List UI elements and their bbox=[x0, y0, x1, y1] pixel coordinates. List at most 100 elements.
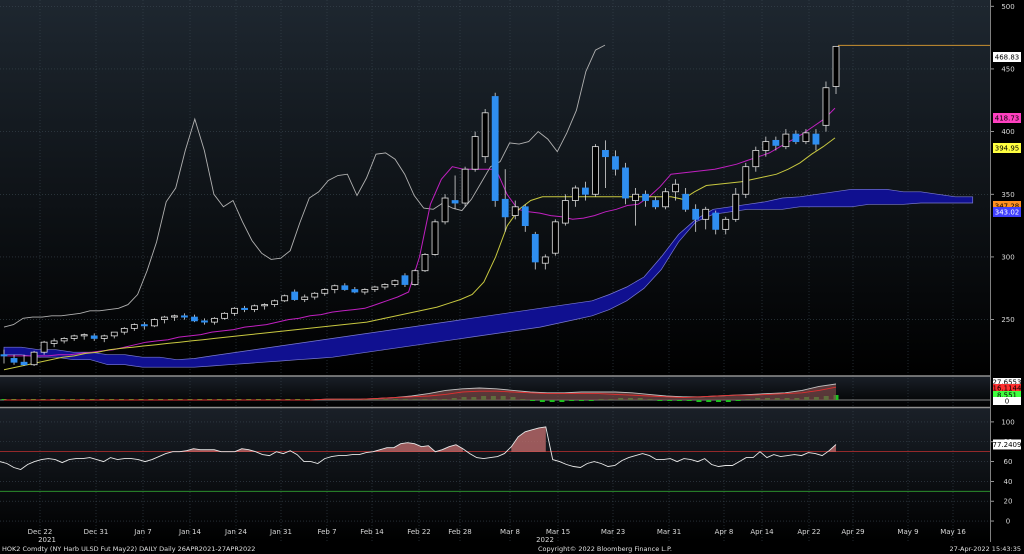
price-tag-text: 468.83 bbox=[995, 54, 1020, 62]
y-tick-label: 300 bbox=[1001, 253, 1014, 261]
macd-histogram-bar bbox=[696, 400, 702, 402]
rsi-tick-label: 100 bbox=[1001, 418, 1014, 426]
x-tick-label: Apr 22 bbox=[797, 528, 820, 536]
candle-body-up bbox=[632, 193, 639, 201]
y-tick-label: 350 bbox=[1001, 191, 1014, 199]
x-tick-label: May 16 bbox=[940, 528, 966, 536]
candle-body-up bbox=[481, 112, 489, 158]
macd-histogram-bar bbox=[667, 400, 673, 401]
x-tick-label: May 9 bbox=[897, 528, 918, 536]
candle bbox=[150, 318, 158, 328]
candle-body-up bbox=[732, 193, 740, 220]
candle-body-up bbox=[662, 191, 669, 208]
candle-body-up bbox=[421, 254, 429, 272]
macd-histogram-bar bbox=[676, 400, 682, 401]
price-tag-text: 394.95 bbox=[995, 145, 1020, 153]
macd-histogram-bar bbox=[706, 400, 712, 402]
candle-body-down bbox=[652, 200, 659, 208]
candle-body-up bbox=[171, 315, 178, 318]
y-tick-label: 400 bbox=[1001, 128, 1014, 136]
candle-body-up bbox=[321, 289, 329, 294]
x-tick-label: Apr 8 bbox=[715, 528, 734, 536]
candle-body-down bbox=[602, 149, 609, 158]
candle bbox=[221, 312, 228, 320]
candle-body-up bbox=[150, 319, 158, 327]
candle-body-down bbox=[491, 96, 499, 201]
macd-histogram-bar bbox=[686, 400, 692, 401]
candle-body-up bbox=[311, 292, 319, 298]
x-tick-label: Dec 22 bbox=[28, 528, 53, 536]
candle-body-up bbox=[722, 218, 730, 230]
candle-body-up bbox=[702, 208, 710, 220]
price-tag: 468.83 bbox=[993, 52, 1021, 62]
candle-body-down bbox=[140, 324, 148, 327]
y-tick-label: 450 bbox=[1001, 65, 1014, 73]
candle-body-up bbox=[80, 334, 88, 337]
rsi-tick-label: 60 bbox=[1004, 458, 1013, 466]
x-year-label: 2021 bbox=[38, 536, 56, 544]
x-tick-label: Mar 31 bbox=[657, 528, 681, 536]
candle-body-up bbox=[802, 132, 810, 143]
candle-body-down bbox=[501, 198, 509, 218]
candle-body-up bbox=[441, 197, 449, 223]
candle-body-up bbox=[571, 187, 579, 201]
x-tick-label: Dec 31 bbox=[84, 528, 109, 536]
candle-body-down bbox=[181, 315, 188, 318]
candle-body-up bbox=[261, 304, 269, 307]
candle-body-up bbox=[592, 146, 599, 195]
candle-body-up bbox=[281, 295, 289, 302]
footer-right: 27-Apr-2022 15:43:35 bbox=[950, 545, 1021, 553]
x-year-label: 2022 bbox=[536, 536, 554, 544]
x-tick-label: Feb 14 bbox=[360, 528, 384, 536]
candle-body-down bbox=[792, 133, 800, 143]
x-tick-label: Feb 28 bbox=[448, 528, 472, 536]
x-tick-label: Mar 8 bbox=[500, 528, 520, 536]
candle-body-down bbox=[712, 212, 720, 230]
candle-body-down bbox=[812, 133, 820, 145]
price-tag-text: 418.73 bbox=[995, 115, 1020, 123]
candle-body-down bbox=[531, 233, 539, 263]
candle-body-up bbox=[231, 307, 238, 314]
candle-body-down bbox=[10, 358, 18, 363]
candle-body-up bbox=[60, 337, 68, 342]
candle-body-down bbox=[692, 208, 700, 220]
candle-body-up bbox=[742, 166, 750, 195]
candle bbox=[30, 350, 38, 366]
candle-body-down bbox=[201, 320, 208, 323]
candle-body-up bbox=[271, 300, 279, 305]
candle-body-up bbox=[752, 149, 760, 168]
candle-body-down bbox=[341, 285, 349, 290]
rsi-tag-text: 77.2409 bbox=[993, 441, 1022, 449]
candle-body-down bbox=[191, 316, 198, 322]
candle-body-down bbox=[20, 361, 28, 366]
candle-body-up bbox=[301, 296, 309, 300]
macd-histogram-bar bbox=[569, 400, 575, 401]
macd-tag-text: 0 bbox=[1005, 398, 1009, 406]
candle bbox=[481, 109, 489, 163]
candle-body-up bbox=[100, 335, 108, 339]
macd-histogram-bar bbox=[725, 400, 731, 402]
x-tick-label: Apr 29 bbox=[841, 528, 864, 536]
candle bbox=[431, 219, 439, 256]
candle-body-up bbox=[832, 45, 840, 87]
candle-body-up bbox=[411, 270, 419, 285]
x-tick-label: Apr 14 bbox=[750, 528, 774, 536]
candle-body-down bbox=[451, 200, 459, 204]
candle-body-down bbox=[0, 354, 8, 357]
candle-body-up bbox=[130, 324, 138, 329]
candle-body-down bbox=[772, 139, 780, 146]
y-tick-label: 500 bbox=[1001, 3, 1014, 11]
bloomberg-chart: 27.655316.11448.5510 02040608010077.2409… bbox=[0, 0, 1024, 554]
candle-body-down bbox=[581, 187, 589, 195]
macd-histogram-bar bbox=[716, 400, 722, 402]
candle-body-up bbox=[70, 335, 78, 339]
candle-body-up bbox=[762, 141, 770, 151]
candle bbox=[551, 219, 559, 256]
macd-histogram-bar bbox=[530, 400, 536, 401]
rsi-tick-label: 40 bbox=[1004, 478, 1013, 486]
candle-body-down bbox=[642, 193, 649, 201]
rsi-tick-label: 20 bbox=[1004, 498, 1013, 506]
candle-body-up bbox=[160, 316, 168, 320]
candle-body-up bbox=[471, 136, 479, 170]
macd-histogram-bar bbox=[588, 400, 594, 401]
